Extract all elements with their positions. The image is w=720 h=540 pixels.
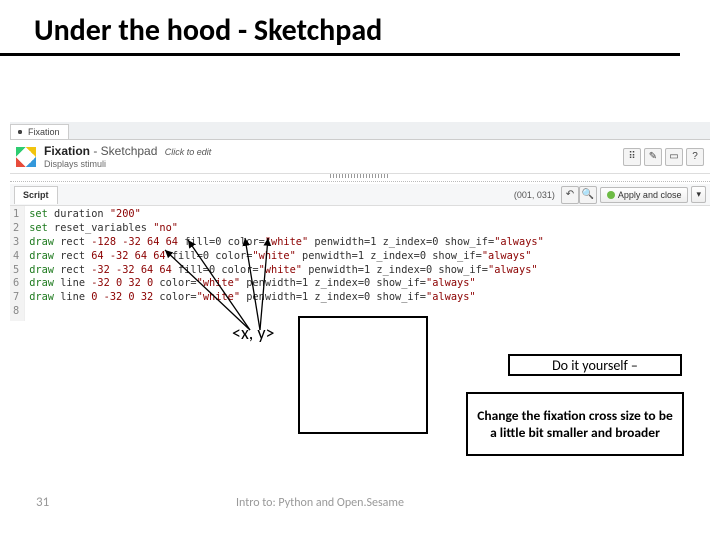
tab-label: Fixation <box>28 127 60 137</box>
slide-number: 31 <box>36 495 49 510</box>
apply-menu-caret[interactable]: ▾ <box>691 186 706 203</box>
tab-script[interactable]: Script <box>14 186 58 204</box>
cursor-coords: (001, 031) <box>514 190 555 200</box>
tab-fixation[interactable]: Fixation <box>10 124 69 139</box>
pick-icon[interactable]: ⠿ <box>623 148 641 166</box>
apply-label: Apply and close <box>618 190 682 200</box>
rename-icon[interactable]: ✎ <box>644 148 662 166</box>
item-header: Fixation - Sketchpad Click to edit Displ… <box>10 140 710 174</box>
opensesame-app: Fixation Fixation - Sketchpad Click to e… <box>10 122 710 325</box>
line-gutter: 12345678 <box>10 206 25 321</box>
item-type: - Sketchpad <box>90 144 157 158</box>
splitter[interactable] <box>10 174 710 182</box>
history-icon[interactable]: ↶ <box>561 186 579 204</box>
item-subtitle: Displays stimuli <box>44 159 615 169</box>
slide-title: Under the hood - Sketchpad <box>0 0 680 56</box>
fixation-icon <box>15 127 25 137</box>
apply-dot-icon <box>607 191 615 199</box>
click-to-edit-hint: Click to edit <box>165 147 212 157</box>
item-name: Fixation <box>44 144 90 158</box>
minimize-icon[interactable]: ▭ <box>665 148 683 166</box>
script-toolbar: Script (001, 031) ↶ 🔍 Apply and close ▾ <box>10 184 710 206</box>
search-icon[interactable]: 🔍 <box>579 186 597 204</box>
script-editor[interactable]: 12345678 set duration "200" set reset_va… <box>10 206 710 325</box>
help-icon[interactable]: ? <box>686 148 704 166</box>
annotation-task-box: Change the fixation cross size to be a l… <box>466 392 684 456</box>
tab-bar: Fixation <box>10 122 710 140</box>
slide-footer: Intro to: Python and Open.Sesame <box>236 496 404 510</box>
item-title[interactable]: Fixation - Sketchpad Click to edit <box>44 144 615 158</box>
sketchpad-icon <box>16 147 36 167</box>
apply-and-close-button[interactable]: Apply and close <box>600 187 689 203</box>
annotation-arrows <box>160 230 360 340</box>
header-buttons: ⠿ ✎ ▭ ? <box>623 148 704 166</box>
annotation-diy-box: Do it yourself – <box>508 354 682 376</box>
